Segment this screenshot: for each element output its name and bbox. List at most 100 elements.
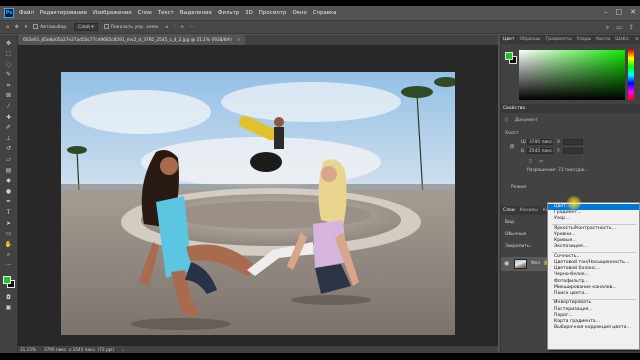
menu-item-adjustment[interactable]: Узор...: [548, 216, 639, 222]
search-icon[interactable]: ⌕: [606, 24, 609, 32]
panel-menu-icon[interactable]: ≡: [635, 37, 639, 42]
tab-color[interactable]: Цвет: [503, 37, 515, 42]
foreground-color-swatch[interactable]: [2, 276, 11, 285]
document-tab[interactable]: 602e61_85e8a05a27e27ad50c77cd9665c8591_m…: [18, 35, 246, 45]
gradient-tool-icon[interactable]: ▤: [3, 166, 15, 175]
pen-tool-icon[interactable]: ✒: [3, 198, 15, 207]
clone-stamp-tool-icon[interactable]: ⊥: [3, 134, 15, 143]
tab-swatches[interactable]: Образцы: [520, 37, 541, 42]
close-tab-icon[interactable]: ×: [237, 38, 241, 43]
tab-patterns[interactable]: Узоры: [577, 37, 591, 42]
lasso-tool-icon[interactable]: ◌: [3, 60, 15, 69]
menu-separator: [552, 251, 636, 253]
menu-edit[interactable]: Редактирование: [40, 10, 87, 16]
menu-3d[interactable]: 3D: [245, 10, 253, 16]
frame-tool-icon[interactable]: ⊠: [3, 92, 15, 101]
hand-tool-icon[interactable]: ✋: [3, 240, 15, 249]
tab-gradients[interactable]: Градиенты: [546, 37, 572, 42]
shape-tool-icon[interactable]: ▭: [3, 230, 15, 239]
checkbox-icon: [33, 24, 39, 29]
dodge-tool-icon[interactable]: ●: [3, 187, 15, 196]
brush-tool-icon[interactable]: ✐: [3, 124, 15, 133]
share-icon[interactable]: ⇪: [629, 24, 634, 32]
y-label: Y: [557, 149, 560, 154]
path-select-tool-icon[interactable]: ➤: [3, 219, 15, 228]
more-tools-icon[interactable]: ···: [3, 261, 15, 270]
home-icon[interactable]: ⌂: [6, 25, 9, 30]
tab-brushes[interactable]: Кисти: [596, 37, 610, 42]
transform-controls-checkbox[interactable]: Показать упр. элем.: [103, 24, 160, 30]
tab-channels[interactable]: Каналы: [520, 208, 538, 213]
height-label: В: [521, 149, 525, 154]
layer-kind-filter[interactable]: Вид: [505, 220, 514, 225]
tool-preset-chevron-icon[interactable]: ▾: [25, 25, 27, 30]
color-field[interactable]: [519, 50, 625, 100]
color-swatches[interactable]: [2, 275, 16, 289]
blend-mode-dropdown[interactable]: Обычные: [505, 232, 526, 237]
autoselect-value: Слой: [77, 24, 90, 30]
crop-tool-icon[interactable]: ⌗: [3, 81, 15, 90]
autoselect-dropdown[interactable]: Слой ▾: [73, 23, 98, 31]
workspace-icon[interactable]: ▭: [616, 24, 622, 32]
align-center-icon[interactable]: ⫶: [174, 24, 175, 30]
minimize-button[interactable]: –: [604, 8, 608, 16]
move-tool-icon[interactable]: ✥: [15, 25, 19, 30]
screen-mode-icon[interactable]: ▣: [3, 304, 15, 313]
menu-window[interactable]: Окно: [292, 10, 306, 16]
marquee-tool-icon[interactable]: ⬚: [3, 50, 15, 59]
eraser-tool-icon[interactable]: ▱: [3, 156, 15, 165]
x-label: X: [557, 140, 561, 145]
menu-image[interactable]: Изображение: [93, 10, 132, 16]
document-size: 3795 пикс. x 2545 пикс. (72 ppi): [43, 347, 115, 352]
orientation-landscape-icon[interactable]: ▭: [539, 159, 543, 164]
hue-slider[interactable]: [628, 50, 634, 100]
healing-brush-tool-icon[interactable]: ✚: [3, 113, 15, 122]
history-brush-tool-icon[interactable]: ↺: [3, 145, 15, 154]
align-right-icon[interactable]: ⫸: [181, 24, 184, 30]
menu-layers[interactable]: Слои: [138, 10, 152, 16]
menu-filter[interactable]: Фильтр: [218, 10, 239, 16]
menu-item-adjustment[interactable]: Выборочная коррекция цвета...: [548, 325, 639, 331]
cursor-highlight: [566, 196, 582, 210]
tab-layers[interactable]: Слои: [503, 208, 515, 213]
eye-visibility-icon[interactable]: ◉: [504, 260, 509, 267]
canvas-area[interactable]: [18, 45, 498, 346]
orientation-portrait-icon[interactable]: ▯: [529, 159, 531, 164]
tab-properties[interactable]: Свойства: [503, 106, 525, 111]
color-panel-foreground-swatch[interactable]: [505, 52, 513, 60]
move-tool-icon[interactable]: ✥: [3, 39, 15, 48]
close-window-button[interactable]: ✕: [630, 8, 636, 16]
menu-select[interactable]: Выделение: [180, 10, 212, 16]
properties-panel: Свойства ▯ Документ Холст Ш 3795 пикс. X…: [501, 104, 640, 205]
width-input[interactable]: 3795 пикс.: [527, 139, 554, 145]
quick-mask-icon[interactable]: ◘: [3, 293, 15, 302]
status-chevron-icon[interactable]: ›: [122, 347, 124, 352]
y-input[interactable]: [563, 148, 583, 154]
eyedropper-tool-icon[interactable]: ⁄: [3, 103, 15, 112]
height-input[interactable]: 2545 пикс.: [527, 148, 554, 154]
menu-view[interactable]: Просмотр: [259, 10, 287, 16]
x-input[interactable]: [563, 139, 583, 145]
menu-help[interactable]: Справка: [313, 10, 337, 16]
type-tool-icon[interactable]: T: [3, 209, 15, 218]
more-options-icon[interactable]: ···: [190, 25, 194, 30]
menu-file[interactable]: Файл: [19, 10, 34, 16]
layer-thumbnail: [514, 259, 527, 269]
zoom-tool-icon[interactable]: ⌕: [3, 251, 15, 260]
document-photo[interactable]: [61, 72, 455, 335]
menu-item-adjustment[interactable]: Экспозиция...: [548, 244, 639, 250]
zoom-level[interactable]: 31,15%: [20, 347, 36, 352]
tab-presets[interactable]: Шабл.: [615, 37, 630, 42]
autoselect-checkbox[interactable]: Автовыбор:: [33, 24, 68, 30]
link-dimensions-icon[interactable]: ⛓: [509, 145, 515, 150]
blur-tool-icon[interactable]: ◆: [3, 177, 15, 186]
color-panel-tabs: Цвет Образцы Градиенты Узоры Кисти Шабл.…: [501, 35, 640, 44]
menu-type[interactable]: Текст: [158, 10, 174, 16]
quick-select-tool-icon[interactable]: ✎: [3, 71, 15, 80]
photoshop-window: Ps Файл Редактирование Изображение Слои …: [0, 6, 640, 353]
menu-item-adjustment[interactable]: Поиск цвета...: [548, 291, 639, 297]
maximize-button[interactable]: □: [616, 8, 623, 16]
transform-controls-label: Показать упр. элем.: [110, 25, 160, 30]
align-left-icon[interactable]: ⫷: [165, 24, 168, 30]
canvas-section-title[interactable]: Холст: [505, 131, 518, 136]
